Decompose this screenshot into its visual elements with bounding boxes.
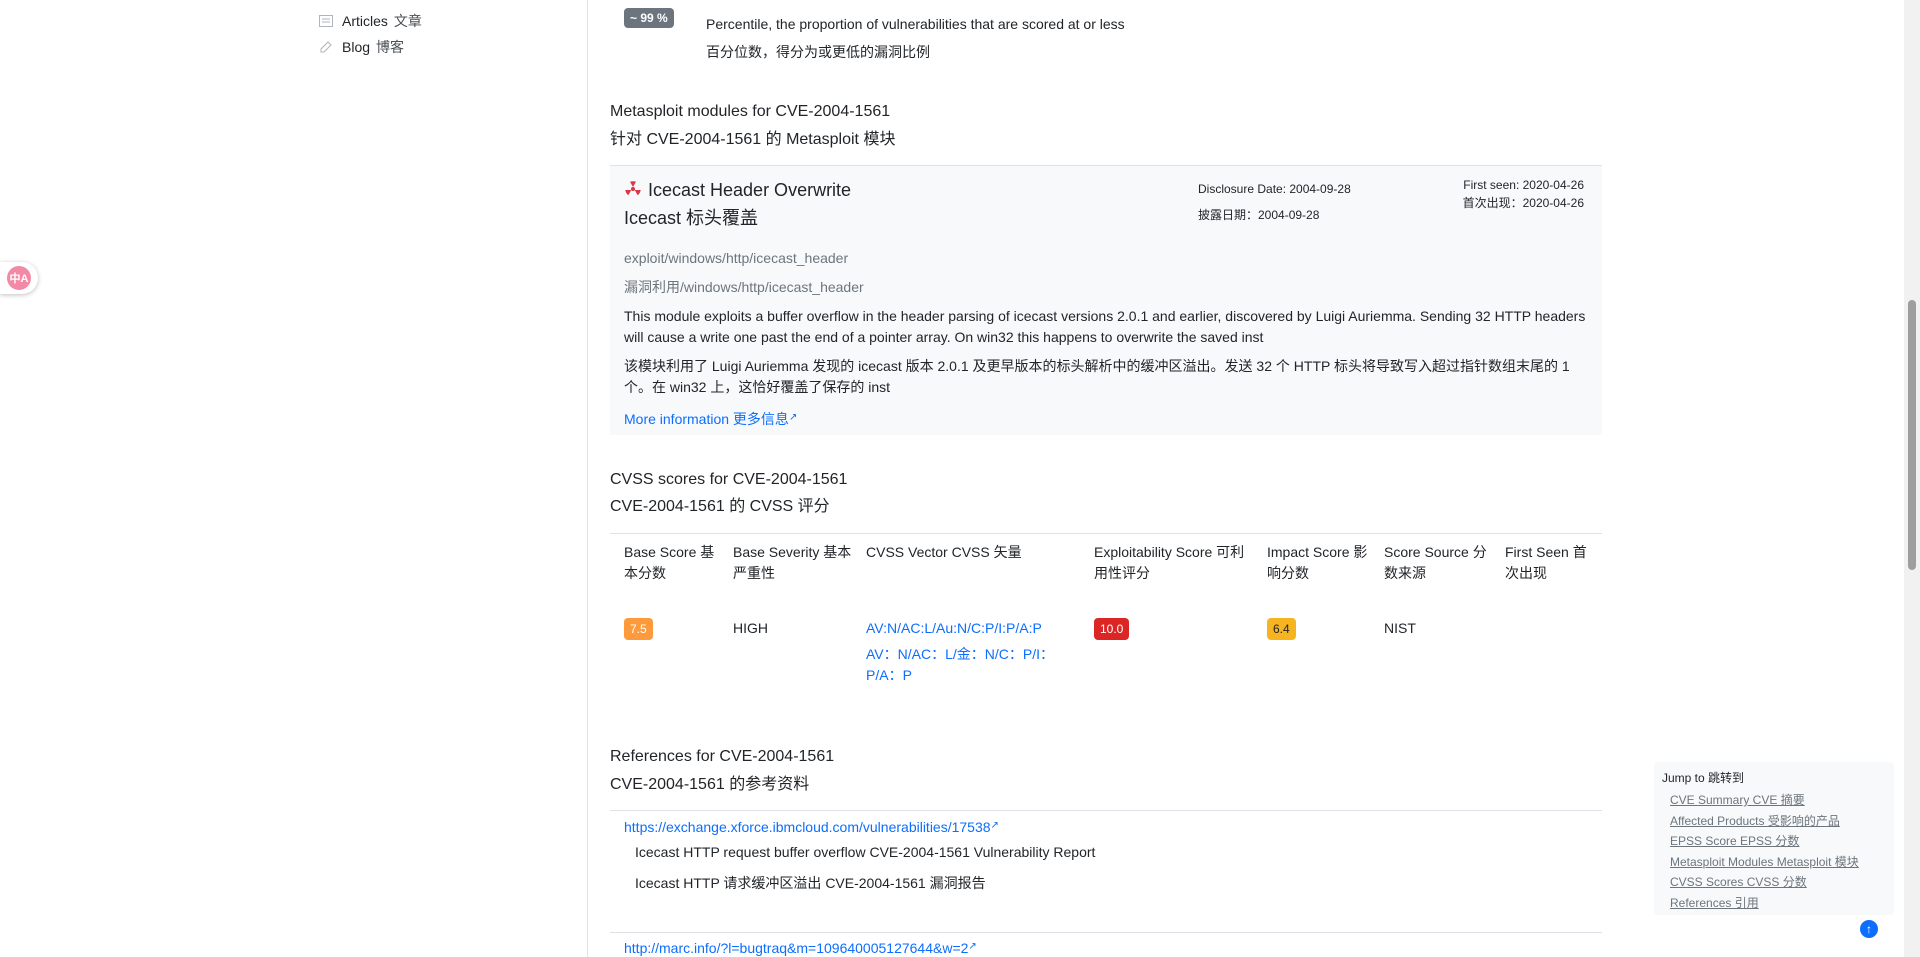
- module-path-en: exploit/windows/http/icecast_header: [624, 250, 849, 266]
- jump-link-epss-score[interactable]: EPSS Score EPSS 分数: [1670, 831, 1886, 852]
- metasploit-section-title-zh: 针对 CVE-2004-1561 的 Metasploit 模块: [610, 131, 896, 148]
- column-header-first-seen: First Seen 首次出现: [1505, 544, 1587, 581]
- arrow-up-icon: ↑: [1866, 922, 1872, 936]
- jump-link-cve-summary[interactable]: CVE Summary CVE 摘要: [1670, 790, 1886, 811]
- sidebar-item-blog[interactable]: Blog 博客: [318, 37, 404, 57]
- jump-to-panel: Jump to 跳转到 CVE Summary CVE 摘要 Affected …: [1654, 762, 1894, 915]
- jump-link-references[interactable]: References 引用: [1670, 893, 1886, 914]
- module-path: exploit/windows/http/icecast_header 漏洞利用…: [624, 244, 864, 302]
- epss-percentile-badge: ~ 99 %: [624, 8, 674, 28]
- base-score-cell: 7.5: [624, 618, 653, 640]
- more-information-link[interactable]: More information 更多信息↗: [624, 409, 797, 429]
- metasploit-section-title: Metasploit modules for CVE-2004-1561: [610, 103, 891, 120]
- sidebar-item-label: Articles: [342, 13, 388, 29]
- module-description-en: This module exploits a buffer overflow i…: [624, 308, 1586, 345]
- module-description: This module exploits a buffer overflow i…: [624, 306, 1590, 406]
- articles-icon: [318, 14, 334, 28]
- more-information-label: More information 更多信息: [624, 411, 789, 427]
- column-header-exploitability-score: Exploitability Score 可利用性评分: [1094, 544, 1245, 581]
- cvss-vector-link[interactable]: AV:N/AC:L/Au:N/C:P/I:P/A:P: [866, 618, 1066, 639]
- module-path-zh: 漏洞利用/windows/http/icecast_header: [624, 279, 864, 295]
- disclosure-date-zh: 披露日期：2004-09-28: [1198, 208, 1320, 222]
- scrollbar-thumb[interactable]: [1908, 300, 1916, 570]
- epss-percentile-description: Percentile, the proportion of vulnerabil…: [706, 10, 1125, 66]
- epss-description-en: Percentile, the proportion of vulnerabil…: [706, 16, 1125, 32]
- reference-description-en: Icecast HTTP request buffer overflow CVE…: [635, 844, 1096, 860]
- jump-to-title: Jump to 跳转到: [1662, 771, 1745, 785]
- jump-link-affected-products[interactable]: Affected Products 受影响的产品: [1670, 811, 1886, 832]
- references-list: https://exchange.xforce.ibmcloud.com/vul…: [610, 810, 1602, 956]
- epss-description-zh: 百分位数，得分为或更低的漏洞比例: [706, 44, 930, 60]
- exploitability-score-badge: 10.0: [1094, 618, 1130, 640]
- cvss-vector-cell: AV:N/AC:L/Au:N/C:P/I:P/A:P AV：N/AC：L/金：N…: [866, 618, 1066, 686]
- impact-score-badge: 6.4: [1267, 618, 1296, 640]
- cvss-section-title-zh: CVE-2004-1561 的 CVSS 评分: [610, 498, 830, 515]
- module-name: Icecast Header Overwrite Icecast 标头覆盖: [624, 176, 851, 232]
- sidebar: Articles 文章 Blog 博客: [0, 0, 588, 957]
- metasploit-module-card: Icecast Header Overwrite Icecast 标头覆盖 Di…: [610, 165, 1602, 435]
- module-name-zh: Icecast 标头覆盖: [624, 208, 759, 228]
- column-header-base-score: Base Score 基本分数: [624, 544, 715, 581]
- jump-link-cvss-scores[interactable]: CVSS Scores CVSS 分数: [1670, 872, 1886, 893]
- external-link-icon: ↗: [990, 820, 999, 831]
- column-header-score-source: Score Source 分数来源: [1384, 544, 1487, 581]
- column-header-impact-score: Impact Score 影响分数: [1267, 544, 1368, 581]
- sidebar-item-label: Blog: [342, 39, 371, 55]
- sidebar-item-articles[interactable]: Articles 文章: [318, 11, 422, 31]
- cvss-section-title: CVSS scores for CVE-2004-1561: [610, 471, 848, 488]
- reference-url: http://marc.info/?l=bugtraq&m=1096400051…: [624, 940, 969, 956]
- column-header-cvss-vector: CVSS Vector CVSS 矢量: [866, 544, 1022, 560]
- cvss-table: Base Score 基本分数 Base Severity 基本严重性 CVSS…: [610, 533, 1602, 683]
- first-seen: First seen: 2020-04-26 首次出现：2020-04-26: [1463, 176, 1584, 212]
- scrollbar[interactable]: [1904, 0, 1920, 957]
- exploitability-score-cell: 10.0: [1094, 618, 1130, 640]
- disclosure-date: Disclosure Date: 2004-09-28 披露日期：2004-09…: [1198, 176, 1351, 228]
- reference-link[interactable]: https://exchange.xforce.ibmcloud.com/vul…: [624, 819, 999, 835]
- base-score-badge: 7.5: [624, 618, 653, 640]
- cvss-vector-link-zh[interactable]: AV：N/AC：L/金：N/C：P/I：P/A：P: [866, 644, 1066, 686]
- column-header-base-severity: Base Severity 基本严重性: [733, 544, 852, 581]
- radiation-icon: [624, 178, 642, 196]
- module-name-en: Icecast Header Overwrite: [648, 180, 852, 200]
- list-divider: [610, 932, 1602, 933]
- disclosure-date-en: Disclosure Date: 2004-09-28: [1198, 182, 1351, 196]
- blog-icon: [318, 40, 334, 54]
- translate-icon: 中A: [7, 266, 31, 290]
- external-link-icon: ↗: [968, 941, 977, 952]
- translate-widget[interactable]: 中A: [0, 262, 38, 294]
- reference-url: https://exchange.xforce.ibmcloud.com/vul…: [624, 819, 991, 835]
- base-severity-cell: HIGH: [733, 620, 768, 636]
- impact-score-cell: 6.4: [1267, 618, 1296, 640]
- reference-description-zh: Icecast HTTP 请求缓冲区溢出 CVE-2004-1561 漏洞报告: [635, 875, 986, 891]
- score-source-cell: NIST: [1384, 620, 1416, 636]
- references-section-title: References for CVE-2004-1561: [610, 748, 835, 765]
- sidebar-item-label-zh: 博客: [376, 39, 405, 55]
- reference-link[interactable]: http://marc.info/?l=bugtraq&m=1096400051…: [624, 940, 977, 956]
- jump-link-metasploit-modules[interactable]: Metasploit Modules Metasploit 模块: [1670, 852, 1886, 873]
- sidebar-item-label-zh: 文章: [393, 13, 422, 29]
- external-link-icon: ↗: [788, 412, 798, 423]
- references-section-title-zh: CVE-2004-1561 的参考资料: [610, 776, 810, 793]
- scroll-to-top-button[interactable]: ↑: [1860, 920, 1878, 938]
- module-description-zh: 该模块利用了 Luigi Auriemma 发现的 icecast 版本 2.0…: [624, 358, 1570, 395]
- first-seen-zh: 首次出现：2020-04-26: [1462, 196, 1584, 210]
- first-seen-en: First seen: 2020-04-26: [1463, 178, 1584, 192]
